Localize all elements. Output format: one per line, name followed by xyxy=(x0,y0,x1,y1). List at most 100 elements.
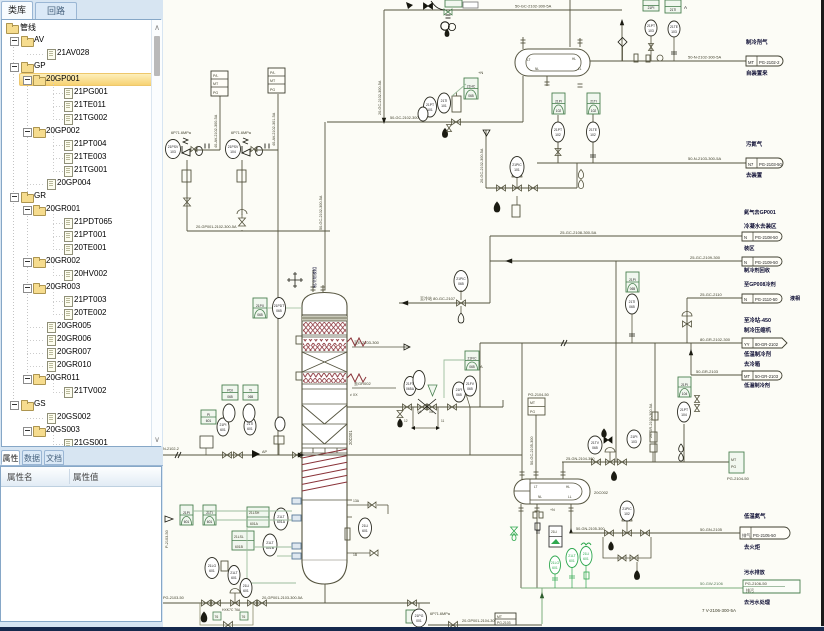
svg-text:20C002: 20C002 xyxy=(594,490,609,495)
svg-text:065: 065 xyxy=(227,395,233,399)
svg-text:21TE: 21TE xyxy=(670,25,679,29)
svg-text:PG: PG xyxy=(530,410,535,414)
svg-text:102: 102 xyxy=(555,133,561,137)
svg-text:76: 76 xyxy=(242,615,246,619)
svg-text:≠ XX: ≠ XX xyxy=(350,393,358,397)
svg-text:065: 065 xyxy=(276,309,282,313)
svg-text:601: 601 xyxy=(583,557,589,561)
svg-text:065: 065 xyxy=(467,387,473,391)
svg-text:至E-2103-300: 至E-2103-300 xyxy=(354,340,380,345)
svg-text:PI: PI xyxy=(207,413,210,417)
svg-text:PG-2102-2: PG-2102-2 xyxy=(759,60,780,65)
svg-text:21PI: 21PI xyxy=(631,435,638,439)
svg-text:21PIC: 21PIC xyxy=(512,163,522,167)
svg-text:21FIC: 21FIC xyxy=(468,356,478,360)
svg-text:50-N-2103-300-5A: 50-N-2103-300-5A xyxy=(688,156,721,161)
svg-text:液相: 液相 xyxy=(790,295,800,302)
svg-text:21PT: 21PT xyxy=(680,408,688,412)
svg-text:1B: 1B xyxy=(353,553,358,557)
svg-text:排污: 排污 xyxy=(746,587,754,593)
svg-text:低温制冷剂: 低温制冷剂 xyxy=(743,350,772,358)
svg-text:25-GN-2104-300: 25-GN-2104-300 xyxy=(566,457,595,461)
svg-text:50-GR-2103: 50-GR-2103 xyxy=(696,369,719,374)
svg-text:21PG: 21PG xyxy=(415,614,424,618)
svg-text:PG: PG xyxy=(213,91,218,95)
svg-text:21PT: 21PT xyxy=(554,128,562,132)
svg-text:21TV: 21TV xyxy=(591,441,600,445)
svg-text:去GR002: 去GR002 xyxy=(354,380,371,386)
svg-text:104: 104 xyxy=(230,150,236,154)
svg-text:50-GC-2105-300: 50-GC-2105-300 xyxy=(530,437,534,466)
svg-text:制冷剂回收: 制冷剂回收 xyxy=(744,266,771,274)
svg-text:N: N xyxy=(744,297,747,302)
svg-text:20-GP001-2102-300-5A: 20-GP001-2102-300-5A xyxy=(196,225,237,229)
svg-text:去污水处理: 去污水处理 xyxy=(744,598,771,606)
svg-text:20-GP001-2104-300: 20-GP001-2104-300 xyxy=(462,619,497,623)
svg-text:21TI: 21TI xyxy=(590,99,597,103)
svg-text:20C001: 20C001 xyxy=(348,430,353,445)
svg-text:601A: 601A xyxy=(250,522,259,526)
svg-text:制冷剂气: 制冷剂气 xyxy=(746,38,768,46)
svg-text:21LT: 21LT xyxy=(230,571,237,575)
svg-text:21LSH: 21LSH xyxy=(249,511,260,515)
svg-text:101: 101 xyxy=(441,104,447,108)
svg-text:102: 102 xyxy=(591,109,597,113)
svg-text:PG: PG xyxy=(270,88,275,92)
svg-text:LL: LL xyxy=(578,67,582,71)
svg-text:11: 11 xyxy=(441,419,445,423)
svg-text:NL: NL xyxy=(538,495,542,499)
svg-text:601: 601 xyxy=(552,566,558,570)
svg-text:LL: LL xyxy=(568,495,572,499)
svg-text:N-2102-2: N-2102-2 xyxy=(163,447,179,451)
svg-text:103: 103 xyxy=(648,29,654,33)
svg-text:601: 601 xyxy=(220,428,226,432)
svg-text:21PX: 21PX xyxy=(256,304,265,308)
svg-text:50-GC-2102-300-5A: 50-GC-2102-300-5A xyxy=(515,4,552,9)
svg-text:MT: MT xyxy=(213,82,219,86)
svg-text:PG-2104-50: PG-2104-50 xyxy=(727,476,750,481)
svg-text:PG-2103-50: PG-2103-50 xyxy=(163,596,184,600)
svg-text:50-N-2102-300-5A: 50-N-2102-300-5A xyxy=(688,55,721,60)
svg-text:YY: YY xyxy=(744,342,750,347)
svg-text:污水排放: 污水排放 xyxy=(744,568,766,576)
svg-text:25-GC-2110: 25-GC-2110 xyxy=(700,292,722,297)
svg-text:6P71.6MPa: 6P71.6MPa xyxy=(171,131,192,135)
svg-text:40-AV-2102-300-5A: 40-AV-2102-300-5A xyxy=(214,114,218,148)
svg-text:50-GN-2105: 50-GN-2105 xyxy=(700,527,723,532)
svg-text:601: 601 xyxy=(209,569,215,573)
svg-text:601: 601 xyxy=(362,529,368,533)
svg-text:制冷剂液相: 制冷剂液相 xyxy=(311,267,318,288)
svg-text:至GP008冷剂: 至GP008冷剂 xyxy=(744,280,776,288)
svg-text:21TI: 21TI xyxy=(441,99,448,103)
svg-text:21TI: 21TI xyxy=(629,300,636,304)
svg-text:601: 601 xyxy=(207,520,213,524)
svg-text:NL: NL xyxy=(535,67,539,71)
svg-text:+N: +N xyxy=(478,70,483,75)
svg-text:冷凝水去装区: 冷凝水去装区 xyxy=(744,222,777,230)
svg-text:21LI: 21LI xyxy=(243,584,250,588)
svg-text:21PT: 21PT xyxy=(426,103,434,107)
svg-text:21FI: 21FI xyxy=(456,388,463,392)
svg-text:去火炬: 去火炬 xyxy=(744,543,761,551)
svg-text:50-GN-2105-300: 50-GN-2105-300 xyxy=(576,527,605,531)
svg-text:21PSV: 21PSV xyxy=(228,145,239,149)
svg-text:XB: XB xyxy=(429,410,433,414)
svg-text:065: 065 xyxy=(629,305,635,309)
svg-text:至冷站 80-GC-2107: 至冷站 80-GC-2107 xyxy=(420,295,456,301)
svg-text:MT: MT xyxy=(530,401,536,405)
svg-text:污氮气: 污氮气 xyxy=(746,140,763,148)
svg-text:PG-2105-50: PG-2105-50 xyxy=(753,533,776,538)
svg-text:7 V-2106-300-5A: 7 V-2106-300-5A xyxy=(702,608,736,613)
svg-text:PG-2108-50: PG-2108-50 xyxy=(755,235,778,240)
svg-text:601A: 601A xyxy=(277,520,286,524)
svg-text:12: 12 xyxy=(404,419,408,423)
svg-text:装区: 装区 xyxy=(744,244,755,252)
svg-text:065: 065 xyxy=(456,393,462,397)
svg-text:排气: 排气 xyxy=(742,532,751,539)
svg-text:103: 103 xyxy=(170,150,176,154)
svg-text:21LG: 21LG xyxy=(208,564,217,568)
svg-text:P-2103-50: P-2103-50 xyxy=(165,530,169,548)
svg-text:制冷压缩机: 制冷压缩机 xyxy=(744,326,772,334)
svg-text:601B: 601B xyxy=(235,545,244,549)
svg-text:21PI: 21PI xyxy=(629,278,636,282)
